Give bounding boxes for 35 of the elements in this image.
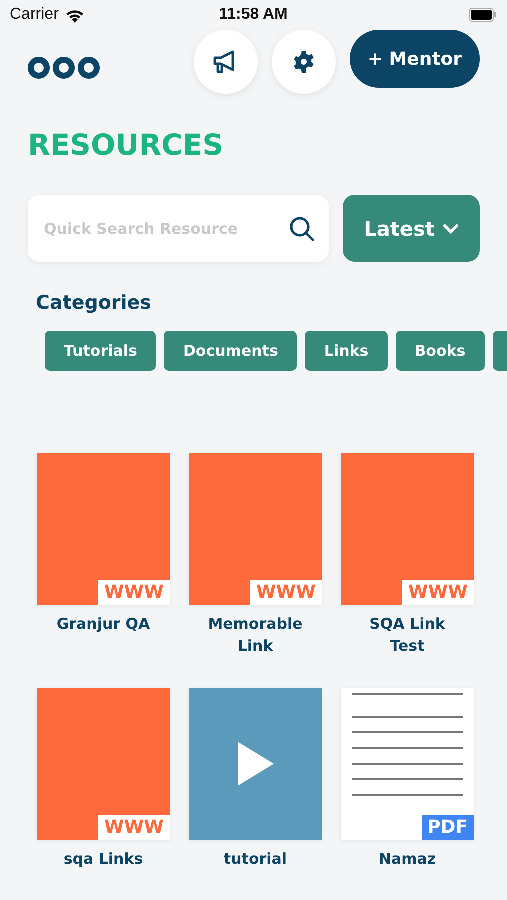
page-title: RESOURCES [27,127,225,164]
link-type-label: WWW [402,580,474,605]
resource-name: Namaz [378,849,438,870]
play-icon [238,742,274,786]
text-lines-icon [352,693,463,799]
wifi-icon [64,8,85,22]
resource-name: Granjur QA [56,614,152,635]
link-type-label: WWW [250,580,322,605]
status-time: 11:58 AM [218,6,289,24]
sort-dropdown[interactable]: Latest [343,195,480,262]
link-thumbnail[interactable]: WWW [189,453,322,605]
resource-name: Memorable Link [207,614,304,657]
more-icon[interactable] [28,57,100,79]
document-thumbnail[interactable]: PDF [341,688,474,840]
add-mentor-button[interactable]: + Mentor [350,30,480,88]
video-thumbnail[interactable] [189,688,322,840]
battery-icon [469,8,497,22]
link-thumbnail[interactable]: WWW [37,453,170,605]
resource-name: SQA Link Test [368,614,446,657]
category-chip[interactable]: Books [396,331,485,371]
resource-name: sqa Links [62,849,144,870]
link-type-label: WWW [98,580,170,605]
category-chip[interactable]: Documents [164,331,298,371]
resource-name: tutorial [222,849,288,870]
link-thumbnail[interactable]: WWW [341,453,474,605]
category-chip[interactable]: Links [305,331,388,371]
search-icon [289,216,315,242]
section-heading: Categories [35,291,152,316]
link-type-label: WWW [98,815,170,840]
file-type-label: PDF [422,815,474,840]
link-thumbnail[interactable]: WWW [37,688,170,840]
category-chip[interactable]: Tutorials [45,331,156,371]
carrier-name: Carrier [10,6,59,24]
chevron-down-icon [442,224,459,234]
settings-icon [292,50,316,74]
